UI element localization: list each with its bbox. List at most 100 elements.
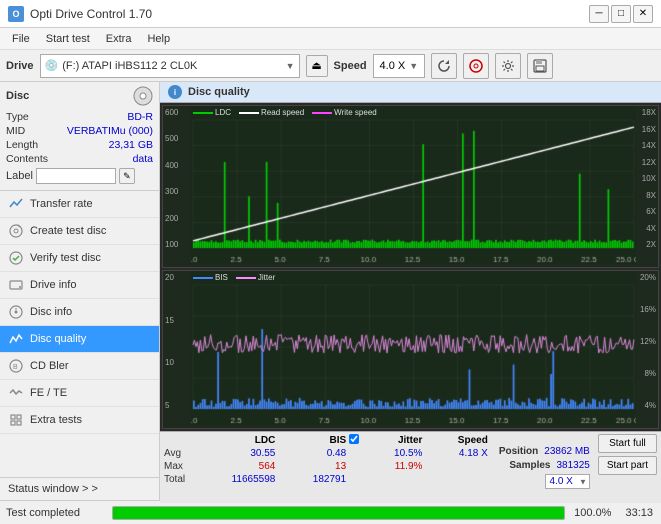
nav-label-disc-quality: Disc quality: [30, 333, 86, 345]
disc-section-title: Disc: [6, 90, 29, 102]
sidebar-item-disc-info[interactable]: Disc info: [0, 299, 159, 326]
ldc-chart-y-axis-right: 18X 16X 14X 12X 10X 8X 6X 4X 2X: [636, 106, 658, 267]
ldc-chart-inner: LDC Read speed Write speed: [191, 106, 636, 267]
disc-button[interactable]: [463, 53, 489, 79]
jitter-checkbox[interactable]: [349, 434, 359, 444]
main-layout: Disc Type BD-R MID VERBATIMu (000) Lengt…: [0, 82, 661, 500]
speed-selector[interactable]: 4.0 X ▼: [373, 54, 426, 78]
label-edit-icon: ✎: [123, 171, 131, 182]
disc-label-input[interactable]: [36, 168, 116, 184]
transfer-rate-icon: [8, 196, 24, 212]
disc-label-button[interactable]: ✎: [119, 168, 135, 184]
menu-start-test[interactable]: Start test: [38, 31, 98, 47]
y-right-12x: 12X: [638, 158, 656, 167]
y-right-4x: 4X: [638, 224, 656, 233]
nav-label-transfer-rate: Transfer rate: [30, 198, 93, 210]
sidebar-item-transfer-rate[interactable]: Transfer rate: [0, 191, 159, 218]
start-full-button[interactable]: Start full: [598, 434, 657, 453]
speed-value: 4.0 X: [380, 60, 406, 72]
sidebar-item-disc-quality[interactable]: Disc quality: [0, 326, 159, 353]
sidebar-item-drive-info[interactable]: Drive info: [0, 272, 159, 299]
stats-max-label: Max: [164, 460, 208, 473]
maximize-button[interactable]: □: [611, 5, 631, 23]
status-bar: Test completed 100.0% 33:13: [0, 500, 661, 524]
gear-icon: [501, 59, 515, 73]
disc-type-label: Type: [6, 111, 29, 123]
disc-type-value: BD-R: [127, 111, 153, 123]
disc-section-icon: [133, 86, 153, 106]
y-label-20: 20: [165, 273, 188, 282]
y-right-8pct: 8%: [638, 369, 656, 378]
progress-bar-container: [112, 506, 565, 520]
y-label-15: 15: [165, 316, 188, 325]
status-window-button[interactable]: Status window > >: [0, 477, 159, 500]
stats-table: LDC BIS Jitter Speed Avg 30.55 0.48 10.5: [164, 434, 491, 486]
nav-label-fe-te: FE / TE: [30, 387, 67, 399]
save-button[interactable]: [527, 53, 553, 79]
drive-selector[interactable]: 💿 (F:) ATAPI iHBS112 2 CL0K ▼: [40, 54, 300, 78]
sidebar-item-fe-te[interactable]: FE / TE: [0, 380, 159, 407]
stats-avg-jitter: 10.5%: [360, 447, 425, 460]
start-part-button[interactable]: Start part: [598, 456, 657, 475]
stats-avg-speed: 4.18 X: [425, 447, 490, 460]
legend-write-speed-label: Write speed: [334, 108, 377, 117]
svg-text:B: B: [13, 364, 18, 371]
menu-extra[interactable]: Extra: [98, 31, 140, 47]
bis-chart-canvas: [191, 271, 636, 425]
speed-dropdown[interactable]: 4.0 X ▼: [545, 474, 590, 489]
legend-write-speed-color: [312, 112, 332, 114]
drive-dropdown-icon: ▼: [286, 61, 295, 71]
drive-info-icon: [8, 277, 24, 293]
eject-button[interactable]: ⏏: [306, 55, 328, 77]
app-title: Opti Drive Control 1.70: [30, 7, 152, 21]
cd-bler-icon: B: [8, 358, 24, 374]
disc-length-row: Length 23,31 GB: [6, 138, 153, 152]
samples-value: 381325: [556, 460, 589, 471]
drive-label: Drive: [6, 60, 34, 72]
speed-select-row: 4.0 X ▼: [545, 474, 590, 489]
sidebar: Disc Type BD-R MID VERBATIMu (000) Lengt…: [0, 82, 160, 500]
y-label-400: 400: [165, 161, 188, 170]
stats-col-empty: [164, 434, 208, 447]
y-right-16x: 16X: [638, 125, 656, 134]
bis-chart-y-axis-left: 20 15 10 5: [163, 271, 191, 428]
charts-container: 600 500 400 300 200 100 LDC: [160, 103, 661, 431]
fe-te-icon: [8, 385, 24, 401]
disc-contents-label: Contents: [6, 153, 48, 165]
disc-mid-label: MID: [6, 125, 25, 137]
drivebar: Drive 💿 (F:) ATAPI iHBS112 2 CL0K ▼ ⏏ Sp…: [0, 50, 661, 82]
stats-col-jitter-header: Jitter: [360, 434, 425, 447]
status-window-label: Status window > >: [8, 483, 98, 495]
menu-file[interactable]: File: [4, 31, 38, 47]
minimize-button[interactable]: ─: [589, 5, 609, 23]
speed-dropdown-icon: ▼: [409, 61, 418, 71]
sidebar-item-extra-tests[interactable]: Extra tests: [0, 407, 159, 434]
stats-total-label: Total: [164, 473, 208, 486]
legend-jitter: Jitter: [236, 273, 275, 282]
sidebar-item-verify-test-disc[interactable]: Verify test disc: [0, 245, 159, 272]
sidebar-item-cd-bler[interactable]: B CD Bler: [0, 353, 159, 380]
disc-length-value: 23,31 GB: [109, 139, 153, 151]
stats-avg-row: Avg 30.55 0.48 10.5% 4.18 X: [164, 447, 491, 460]
y-label-5: 5: [165, 401, 188, 410]
stats-max-bis: 13: [278, 460, 349, 473]
close-button[interactable]: ✕: [633, 5, 653, 23]
menu-help[interactable]: Help: [139, 31, 178, 47]
nav-label-drive-info: Drive info: [30, 279, 76, 291]
y-label-500: 500: [165, 134, 188, 143]
speed-dropdown-value: 4.0 X: [550, 476, 573, 487]
extra-tests-icon: [8, 412, 24, 428]
stats-max-jitter: 11.9%: [360, 460, 425, 473]
content-area: i Disc quality 600 500 400 300 200 100: [160, 82, 661, 500]
stats-position-row: Position 23862 MB: [499, 446, 590, 457]
nav-label-verify-test-disc: Verify test disc: [30, 252, 101, 264]
settings-button[interactable]: [495, 53, 521, 79]
refresh-button[interactable]: [431, 53, 457, 79]
eject-icon: ⏏: [311, 59, 321, 72]
create-test-disc-icon: [8, 223, 24, 239]
legend-jitter-color: [236, 277, 256, 279]
stats-left: LDC BIS Jitter Speed Avg 30.55 0.48 10.5: [164, 434, 491, 501]
status-text: Test completed: [6, 507, 106, 519]
y-right-14x: 14X: [638, 141, 656, 150]
sidebar-item-create-test-disc[interactable]: Create test disc: [0, 218, 159, 245]
